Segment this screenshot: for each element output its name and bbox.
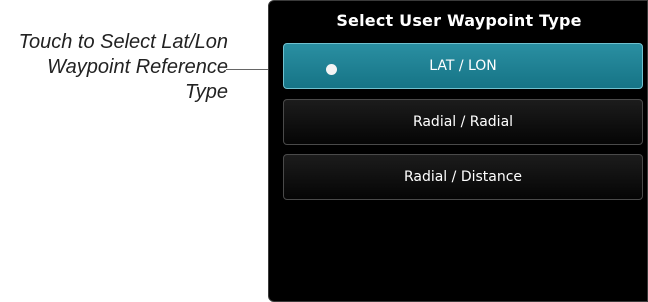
option-radial-distance-button[interactable]: Radial / Distance xyxy=(283,154,643,200)
option-label: Radial / Radial xyxy=(412,114,514,130)
option-radial-radial-button[interactable]: Radial / Radial xyxy=(283,99,643,145)
callout-line-1: Touch to Select Lat/Lon xyxy=(18,31,228,53)
dialog-title: Select User Waypoint Type xyxy=(336,11,582,30)
option-label: Radial / Distance xyxy=(403,169,523,185)
select-waypoint-type-dialog: Select User Waypoint Type LAT / LON Radi… xyxy=(268,0,648,302)
callout-line-3: Type xyxy=(185,81,228,103)
option-label: LAT / LON xyxy=(429,58,497,74)
callout-line-2: Waypoint Reference xyxy=(47,56,228,78)
option-lat-lon-button[interactable]: LAT / LON xyxy=(283,43,643,89)
callout-text: Touch to Select Lat/Lon Waypoint Referen… xyxy=(0,30,228,105)
